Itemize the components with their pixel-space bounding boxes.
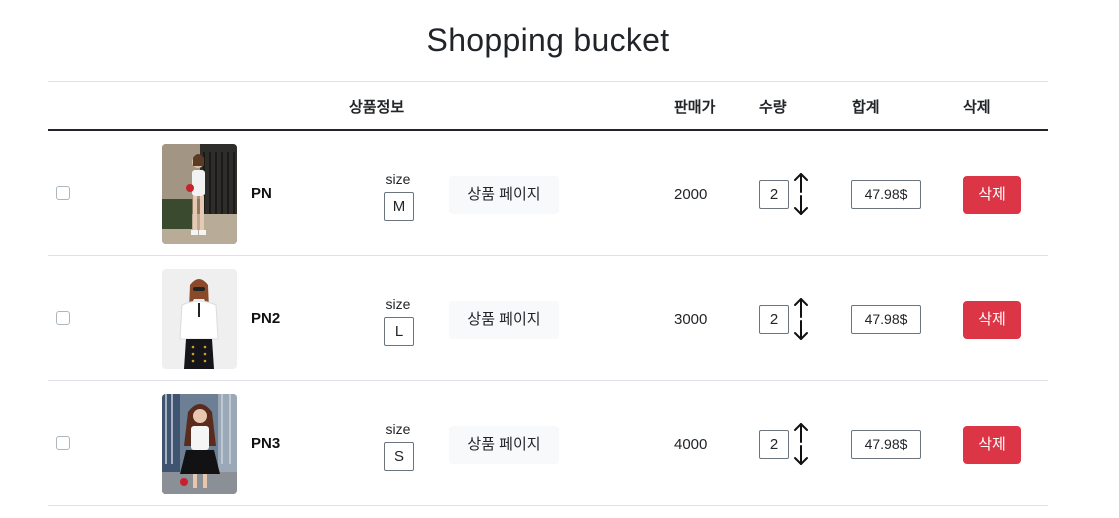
product-photo-2: [162, 269, 237, 369]
size-select[interactable]: M: [384, 192, 414, 221]
product-page-button[interactable]: 상품 페이지: [449, 301, 559, 339]
arrow-down-icon[interactable]: [794, 320, 808, 340]
product-image: [162, 269, 237, 369]
product-name: PN3: [251, 435, 281, 452]
delete-button[interactable]: 삭제: [963, 176, 1021, 214]
quantity-input[interactable]: 2: [759, 430, 789, 459]
header-product-info: 상품정보: [349, 99, 405, 116]
row-total: 47.98$: [851, 180, 921, 209]
delete-button[interactable]: 삭제: [963, 426, 1021, 464]
row-total: 47.98$: [851, 305, 921, 334]
size-label: size: [385, 296, 411, 312]
header-price: 판매가: [674, 99, 716, 116]
table-row: PN3 size S 상품 페이지 4000 2 47.98$ 삭제: [0, 381, 1119, 506]
product-photo-1: [162, 144, 237, 244]
product-image: [162, 394, 237, 494]
row-select-checkbox[interactable]: [56, 311, 70, 325]
header-delete: 삭제: [963, 99, 991, 116]
product-image: [162, 144, 237, 244]
table-row: PN size M 상품 페이지 2000 2 47.98$ 삭제: [0, 131, 1119, 256]
arrow-up-icon[interactable]: [794, 298, 808, 318]
quantity-stepper: [794, 173, 808, 215]
page-title: Shopping bucket: [426, 22, 670, 58]
header-total: 합계: [852, 99, 880, 116]
product-page-button[interactable]: 상품 페이지: [449, 426, 559, 464]
unit-price: 4000: [674, 436, 708, 453]
size-select[interactable]: L: [384, 317, 414, 346]
quantity-input[interactable]: 2: [759, 180, 789, 209]
quantity-input[interactable]: 2: [759, 305, 789, 334]
delete-button[interactable]: 삭제: [963, 301, 1021, 339]
product-name: PN2: [251, 310, 281, 327]
size-label: size: [385, 171, 411, 187]
arrow-down-icon[interactable]: [794, 445, 808, 465]
product-page-button[interactable]: 상품 페이지: [449, 176, 559, 214]
quantity-stepper: [794, 298, 808, 340]
product-name: PN: [251, 185, 272, 202]
size-select[interactable]: S: [384, 442, 414, 471]
quantity-stepper: [794, 423, 808, 465]
header-top-rule: [48, 81, 1048, 82]
row-select-checkbox[interactable]: [56, 186, 70, 200]
table-row: PN2 size L 상품 페이지 3000 2 47.98$ 삭제: [0, 256, 1119, 381]
row-select-checkbox[interactable]: [56, 436, 70, 450]
unit-price: 2000: [674, 186, 708, 203]
row-total: 47.98$: [851, 430, 921, 459]
unit-price: 3000: [674, 311, 708, 328]
arrow-up-icon[interactable]: [794, 173, 808, 193]
product-photo-3: [162, 394, 237, 494]
arrow-up-icon[interactable]: [794, 423, 808, 443]
row-divider: [48, 505, 1048, 506]
header-quantity: 수량: [759, 99, 787, 116]
arrow-down-icon[interactable]: [794, 195, 808, 215]
size-label: size: [385, 421, 411, 437]
